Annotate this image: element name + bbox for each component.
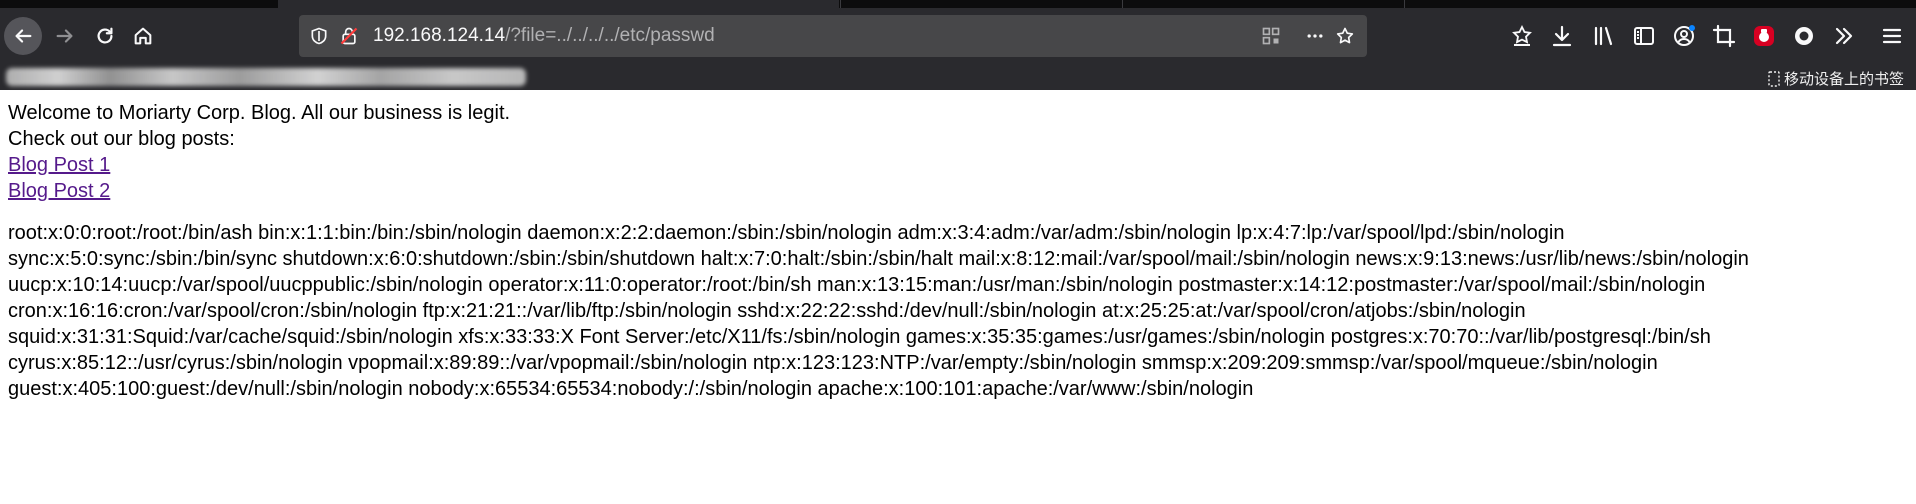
qr-code-icon[interactable] — [1261, 26, 1281, 46]
hamburger-menu-icon[interactable] — [1880, 24, 1904, 48]
passwd-line: sync:x:5:0:sync:/sbin:/bin/sync shutdown… — [8, 248, 1749, 270]
bookmarks-toolbar: 移动设备上的书签 — [0, 66, 1916, 90]
url-bar[interactable]: 192.168.124.14/?file=../../../../etc/pas… — [299, 15, 1367, 57]
addon-circle-icon[interactable] — [1792, 24, 1816, 48]
mobile-bookmarks[interactable]: 移动设备上的书签 — [1768, 68, 1904, 89]
insecure-lock-icon[interactable] — [339, 26, 359, 46]
home-button[interactable] — [124, 17, 162, 55]
passwd-line: guest:x:405:100:guest:/dev/null:/sbin/no… — [8, 378, 1254, 400]
back-button[interactable] — [4, 17, 42, 55]
tab-active[interactable] — [278, 0, 839, 8]
forward-arrow-icon — [56, 29, 73, 43]
more-actions-icon[interactable] — [1305, 26, 1325, 46]
back-arrow-icon — [15, 29, 32, 43]
passwd-line: root:x:0:0:root:/root:/bin/ash bin:x:1:1… — [8, 222, 1565, 244]
tab-strip — [0, 0, 1916, 8]
passwd-line: cron:x:16:16:cron:/var/spool/cron:/sbin/… — [8, 300, 1526, 322]
url-host: 192.168.124.14 — [373, 25, 506, 46]
pocket-icon[interactable] — [1510, 24, 1534, 48]
home-icon — [134, 27, 152, 45]
welcome-text: Welcome to Moriarty Corp. Blog. All our … — [8, 102, 511, 124]
blog-post-1-link[interactable]: Blog Post 1 — [8, 154, 110, 176]
url-path: /?file=../../../../etc/passwd — [505, 25, 715, 46]
passwd-line: uucp:x:10:14:uucp:/var/spool/uucppublic:… — [8, 274, 1706, 296]
forward-button[interactable] — [46, 17, 84, 55]
passwd-line: cyrus:x:85:12::/usr/cyrus:/sbin/nologin … — [8, 352, 1658, 374]
tab[interactable] — [1122, 0, 1403, 8]
tab[interactable] — [1404, 0, 1685, 8]
blog-post-2-link[interactable]: Blog Post 2 — [8, 180, 110, 202]
url-text[interactable]: 192.168.124.14/?file=../../../../etc/pas… — [373, 25, 715, 47]
reload-button[interactable] — [86, 17, 124, 55]
nav-toolbar: 192.168.124.14/?file=../../../../etc/pas… — [0, 8, 1916, 66]
screenshot-crop-icon[interactable] — [1712, 24, 1736, 48]
page-content: Welcome to Moriarty Corp. Blog. All our … — [8, 100, 1908, 402]
download-icon[interactable] — [1550, 24, 1574, 48]
redacted-bookmarks — [6, 68, 526, 86]
tab[interactable] — [840, 0, 1121, 8]
sidebar-icon[interactable] — [1632, 24, 1656, 48]
overflow-chevrons-icon[interactable] — [1832, 24, 1856, 48]
mobile-bookmarks-label: 移动设备上的书签 — [1783, 71, 1904, 88]
addon-red-icon[interactable] — [1752, 24, 1776, 48]
reload-icon — [97, 27, 113, 44]
account-icon[interactable] — [1672, 24, 1696, 48]
browser-chrome: 192.168.124.14/?file=../../../../etc/pas… — [0, 0, 1916, 90]
folder-icon — [1768, 70, 1780, 87]
passwd-output: root:x:0:0:root:/root:/bin/ash bin:x:1:1… — [8, 220, 1908, 402]
library-icon[interactable] — [1592, 24, 1616, 48]
bookmark-star-icon[interactable] — [1335, 26, 1355, 46]
passwd-line: squid:x:31:31:Squid:/var/cache/squid:/sb… — [8, 326, 1711, 348]
checkout-text: Check out our blog posts: — [8, 128, 235, 150]
shield-icon[interactable] — [309, 26, 329, 46]
